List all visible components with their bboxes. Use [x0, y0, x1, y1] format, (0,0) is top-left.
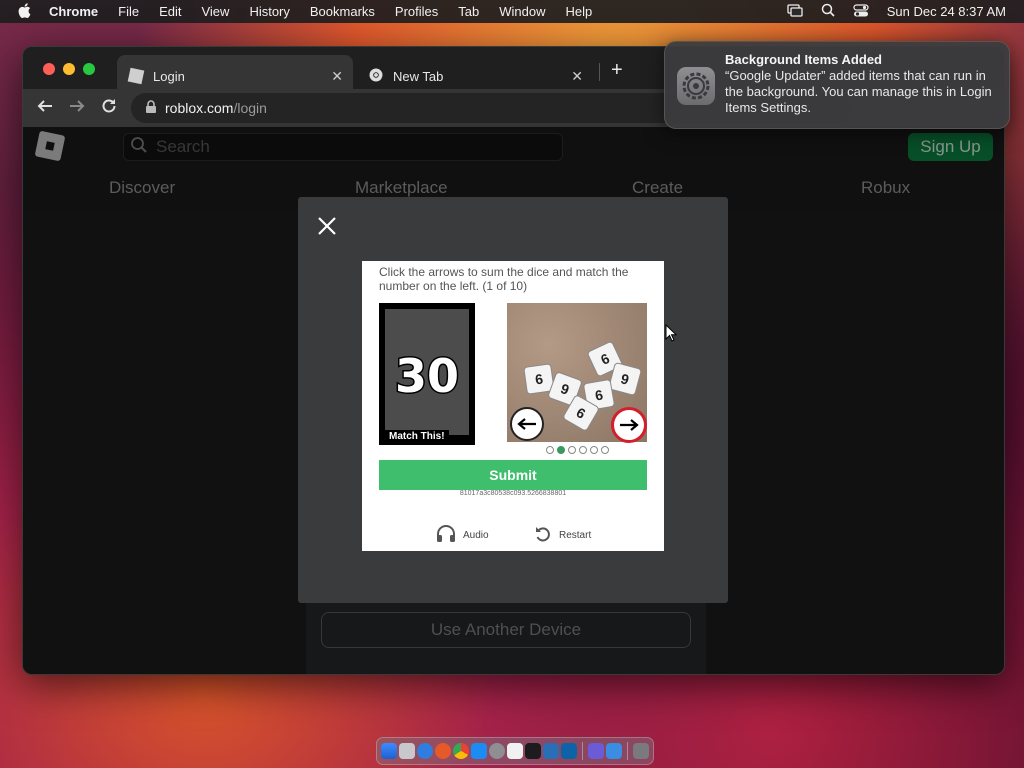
progress-dot-active — [557, 446, 565, 454]
chrome-window: Login ✕ New Tab ✕ + roblox.com/login Sea… — [22, 46, 1005, 675]
progress-dot — [601, 446, 609, 454]
captcha-panel: Click the arrows to sum the dice and mat… — [362, 261, 664, 551]
url-host: roblox.com — [165, 100, 234, 116]
captcha-token: 81017a3c80538c093.5266838801 — [459, 490, 567, 497]
spotlight-search-icon[interactable] — [821, 3, 835, 20]
dock-separator — [582, 742, 583, 760]
notification-title: Background Items Added — [725, 52, 882, 67]
screen-mirroring-icon[interactable] — [787, 3, 803, 20]
next-arrow-button[interactable] — [611, 407, 647, 443]
web-page: Search Sign Up Discover Marketplace Crea… — [23, 127, 1004, 674]
menu-history[interactable]: History — [249, 4, 289, 19]
forward-arrow-icon[interactable] — [69, 98, 85, 119]
audio-label: Audio — [463, 530, 489, 541]
progress-dot — [579, 446, 587, 454]
progress-dot — [568, 446, 576, 454]
firefox-icon[interactable] — [435, 743, 451, 759]
terminal-icon[interactable] — [525, 743, 541, 759]
captcha-modal: Click the arrows to sum the dice and mat… — [298, 197, 728, 603]
menu-file[interactable]: File — [118, 4, 139, 19]
submit-button[interactable]: Submit — [379, 460, 647, 490]
captcha-instruction: Click the arrows to sum the dice and mat… — [379, 265, 629, 293]
restart-label: Restart — [559, 530, 592, 541]
menu-window[interactable]: Window — [499, 4, 545, 19]
dice-image: 6 9 6 9 6 6 — [507, 303, 647, 443]
restart-icon — [534, 525, 552, 546]
notification-body: “Google Updater” added items that can ru… — [725, 68, 992, 115]
system-settings-icon[interactable] — [489, 743, 505, 759]
match-this-label: Match This! — [385, 430, 449, 443]
target-number-background: 30 — [385, 309, 469, 435]
close-window-button[interactable] — [43, 63, 55, 75]
zoom-window-button[interactable] — [83, 63, 95, 75]
menu-profiles[interactable]: Profiles — [395, 4, 438, 19]
xcode-icon[interactable] — [543, 743, 559, 759]
minimize-window-button[interactable] — [63, 63, 75, 75]
menu-bookmarks[interactable]: Bookmarks — [310, 4, 375, 19]
reload-icon[interactable] — [101, 98, 117, 119]
tab-title: New Tab — [393, 68, 444, 84]
tab-close-icon[interactable]: ✕ — [571, 68, 583, 85]
restart-button[interactable]: Restart — [534, 525, 591, 546]
progress-dot — [590, 446, 598, 454]
trash-icon[interactable] — [633, 743, 649, 759]
target-number-card: 30 Match This! — [379, 303, 475, 445]
captcha-progress-dots — [546, 446, 609, 454]
die: 9 — [607, 361, 643, 397]
menubar-clock[interactable]: Sun Dec 24 8:37 AM — [887, 4, 1006, 19]
notification-banner[interactable]: Background Items Added “Google Updater” … — [664, 41, 1010, 129]
control-center-icon[interactable] — [853, 3, 869, 20]
roblox-favicon-icon — [127, 67, 145, 85]
mouse-cursor-icon — [665, 323, 678, 347]
launchpad-icon[interactable] — [399, 743, 415, 759]
app-store-icon[interactable] — [471, 743, 487, 759]
vscode-icon[interactable] — [561, 743, 577, 759]
tab-title: Login — [153, 68, 185, 84]
target-number: 30 — [393, 348, 460, 405]
chrome-icon[interactable] — [453, 743, 469, 759]
tab-divider — [599, 63, 600, 81]
downloads-folder-icon[interactable] — [606, 743, 622, 759]
site-info-icon[interactable] — [145, 99, 157, 117]
chrome-favicon-icon — [369, 68, 383, 85]
textedit-icon[interactable] — [507, 743, 523, 759]
audio-button[interactable]: Audio — [436, 525, 489, 546]
previous-arrow-button[interactable] — [510, 407, 544, 441]
menu-tab[interactable]: Tab — [458, 4, 479, 19]
dock — [376, 737, 654, 765]
menu-view[interactable]: View — [201, 4, 229, 19]
headphones-icon — [436, 525, 456, 546]
close-icon[interactable] — [316, 215, 340, 239]
menu-bar: Chrome File Edit View History Bookmarks … — [0, 0, 1024, 23]
dock-separator — [627, 742, 628, 760]
menu-edit[interactable]: Edit — [159, 4, 181, 19]
progress-dot — [546, 446, 554, 454]
url-path: /login — [233, 100, 267, 116]
tab-close-icon[interactable]: ✕ — [331, 68, 343, 85]
system-settings-gear-icon — [677, 67, 715, 105]
new-tab-plus-icon[interactable]: + — [611, 59, 623, 82]
finder-icon[interactable] — [381, 743, 397, 759]
apple-menu-icon[interactable] — [18, 2, 31, 21]
safari-icon[interactable] — [417, 743, 433, 759]
visual-studio-icon[interactable] — [588, 743, 604, 759]
menu-help[interactable]: Help — [566, 4, 593, 19]
menu-app-name[interactable]: Chrome — [49, 4, 98, 19]
back-arrow-icon[interactable] — [37, 98, 53, 119]
